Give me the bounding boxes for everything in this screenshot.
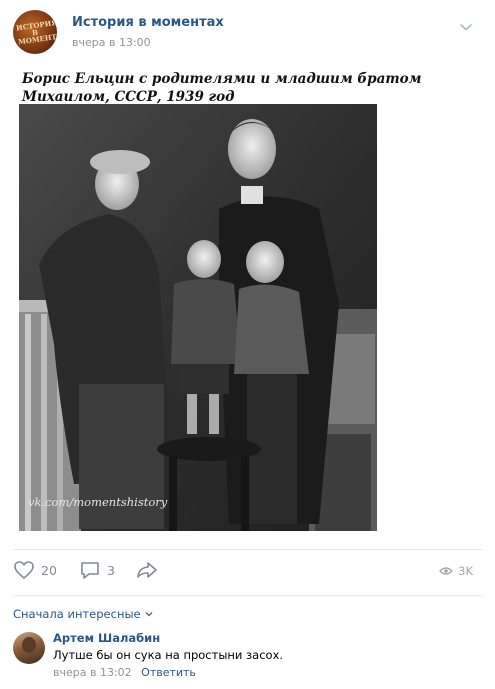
chevron-down-small-icon <box>145 612 153 617</box>
comment-text: Лутше бы он сука на простыни засох. <box>53 648 284 662</box>
comment-button[interactable]: 3 <box>79 560 115 580</box>
post-time[interactable]: вчера в 13:00 <box>72 36 151 49</box>
views-count: 3K <box>458 564 473 578</box>
comment-author-avatar[interactable] <box>13 632 45 664</box>
divider-bottom <box>13 595 483 596</box>
heart-icon <box>14 561 34 580</box>
comments-sort-label: Сначала интересные <box>13 607 141 621</box>
post-photo[interactable]: vk.com/momentshistory <box>19 104 377 531</box>
like-button[interactable]: 20 <box>13 560 57 580</box>
reply-link[interactable]: Ответить <box>141 666 196 679</box>
post-actions: 20 3 3K <box>13 560 483 586</box>
like-count: 20 <box>41 562 57 578</box>
views-counter: 3K <box>439 564 473 578</box>
share-button[interactable] <box>135 560 159 580</box>
post-header: ИСТОРИЯ В МОМЕНТАХ История в моментах вч… <box>13 10 483 58</box>
comment-author-name[interactable]: Артем Шалабин <box>53 631 160 645</box>
post-title-line-1: Борис Ельцин с родителями и младшим брат… <box>22 71 422 87</box>
group-name-link[interactable]: История в моментах <box>72 15 224 30</box>
group-avatar-logo-text: ИСТОРИЯ В МОМЕНТАХ <box>15 17 57 46</box>
comment-meta: вчера в 13:02 Ответить <box>53 666 196 679</box>
post-title: Борис Ельцин с родителями и младшим брат… <box>22 70 462 106</box>
comments-sort-dropdown[interactable]: Сначала интересные <box>13 607 153 621</box>
eye-icon <box>439 567 454 575</box>
chevron-down-icon[interactable] <box>459 20 473 34</box>
photo-watermark: vk.com/momentshistory <box>28 495 168 509</box>
comment-time[interactable]: вчера в 13:02 <box>53 666 132 679</box>
comment-item: Артем Шалабин Лутше бы он сука на просты… <box>13 628 483 684</box>
divider-top <box>13 549 483 550</box>
photo-illustration <box>19 104 377 531</box>
comment-icon <box>81 562 99 579</box>
share-icon <box>137 562 157 578</box>
comment-count: 3 <box>107 562 115 578</box>
group-avatar[interactable]: ИСТОРИЯ В МОМЕНТАХ <box>13 10 57 54</box>
